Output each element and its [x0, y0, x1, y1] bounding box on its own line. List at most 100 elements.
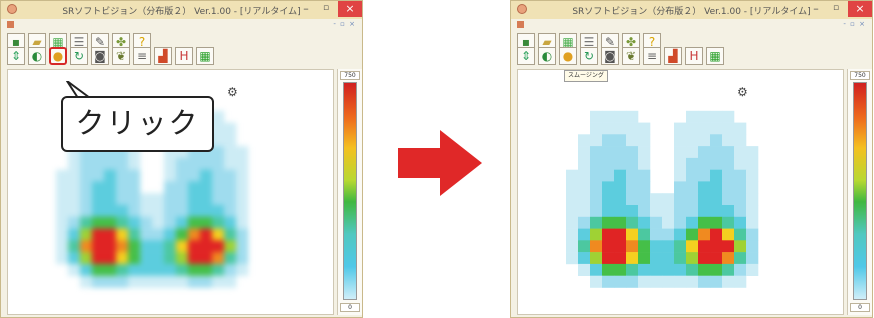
heatmap-cell — [686, 193, 699, 206]
heatmap-cell — [116, 275, 129, 288]
heatmap-cell — [176, 205, 189, 218]
heatmap-cell — [80, 252, 93, 265]
smoothing-button[interactable]: ● — [559, 47, 577, 65]
heatmap-cell — [224, 169, 237, 182]
heatmap-cell — [164, 193, 177, 206]
heatmap-cell — [212, 181, 225, 194]
scale-max-value[interactable]: 750 — [340, 71, 360, 80]
heatmap-cell — [710, 228, 723, 241]
scale-max-value[interactable]: 750 — [850, 71, 870, 80]
mdi-controls[interactable]: - ▫ × — [843, 20, 866, 28]
heatmap-cell — [674, 181, 687, 194]
heatmap-cell — [200, 181, 213, 194]
heatmap-cell — [104, 169, 117, 182]
heatmap-cell — [116, 193, 129, 206]
maximize-button[interactable]: ▫ — [826, 1, 846, 17]
heatmap-cell — [614, 252, 627, 265]
heatmap-cell — [116, 216, 129, 229]
footprint-button[interactable]: ❦ — [622, 47, 640, 65]
heatmap-cell — [578, 263, 591, 276]
heatmap-cell — [614, 110, 627, 123]
heatmap-cell — [164, 263, 177, 276]
minimize-button[interactable]: – — [296, 1, 316, 17]
refresh-button[interactable]: ↻ — [580, 47, 598, 65]
settings-gear-icon[interactable]: ⚙ — [227, 85, 238, 99]
heatmap-cell — [224, 216, 237, 229]
heatmap-cell — [566, 181, 579, 194]
up-down-button[interactable]: ⇕ — [517, 47, 535, 65]
maximize-button[interactable]: ▫ — [316, 1, 336, 17]
heatmap-cell — [722, 134, 735, 147]
heatmap-cell — [236, 263, 249, 276]
next-step-arrow-icon — [398, 130, 482, 196]
heatmap-cell — [614, 157, 627, 170]
camera-button[interactable]: ◙ — [91, 47, 109, 65]
bars-button[interactable]: ≡ — [133, 47, 151, 65]
heatmap-cell — [212, 146, 225, 159]
heatmap-cell — [200, 205, 213, 218]
smoothing-tooltip: スムージング — [564, 70, 608, 82]
heatmap-cell — [80, 169, 93, 182]
green-grid-button[interactable]: ▦ — [196, 47, 214, 65]
heatmap-cell — [710, 110, 723, 123]
heatmap-cell — [698, 275, 711, 288]
bar-chart-button[interactable]: ▟ — [664, 47, 682, 65]
h-button[interactable]: H — [175, 47, 193, 65]
minimize-button[interactable]: – — [806, 1, 826, 17]
heatmap-cell — [602, 134, 615, 147]
bars-button[interactable]: ≡ — [643, 47, 661, 65]
heatmap-cell — [68, 193, 81, 206]
heatmap-cell — [566, 205, 579, 218]
heatmap-cell — [650, 205, 663, 218]
heatmap-cell — [590, 122, 603, 135]
heatmap-cell — [686, 216, 699, 229]
heatmap-cell — [56, 240, 69, 253]
heatmap-cell — [68, 181, 81, 194]
heatmap-cell — [578, 193, 591, 206]
smoothing-button[interactable]: ● — [49, 47, 67, 65]
heatmap-canvas[interactable]: ⚙ — [517, 69, 844, 315]
heatmap-cell — [200, 157, 213, 170]
scale-min-value[interactable]: 0 — [850, 303, 870, 312]
settings-gear-icon[interactable]: ⚙ — [737, 85, 748, 99]
refresh-button[interactable]: ↻ — [70, 47, 88, 65]
refresh-icon: ↻ — [583, 49, 595, 63]
heatmap-cell — [80, 240, 93, 253]
heatmap-cell — [128, 216, 141, 229]
view-toolbar: ⇕ ◐ ● ↻ ◙ ❦ ≡ ▟ H ▦ — [7, 45, 214, 67]
up-down-icon: ⇕ — [10, 49, 22, 63]
heatmap-cell — [626, 169, 639, 182]
heatmap-cell — [236, 228, 249, 241]
heatmap-cell — [626, 122, 639, 135]
heatmap-cell — [626, 228, 639, 241]
camera-icon: ◙ — [94, 49, 106, 63]
close-button[interactable]: × — [848, 1, 872, 17]
green-grid-button[interactable]: ▦ — [706, 47, 724, 65]
heatmap-cell — [638, 146, 651, 159]
heatmap-cell — [212, 157, 225, 170]
title-bar: SRソフトビジョン（分布版２） Ver.1.00 - [リアルタイム] – ▫ … — [1, 1, 362, 19]
heatmap-cell — [698, 110, 711, 123]
mdi-controls[interactable]: - ▫ × — [333, 20, 356, 28]
green-grid-icon: ▦ — [709, 49, 721, 63]
heatmap-cell — [164, 157, 177, 170]
green-grid-icon: ▦ — [199, 49, 211, 63]
heatmap-cell — [104, 193, 117, 206]
close-button[interactable]: × — [338, 1, 362, 17]
heatmap-cell — [200, 252, 213, 265]
heatmap-cell — [164, 216, 177, 229]
bar-chart-button[interactable]: ▟ — [154, 47, 172, 65]
rotate-button[interactable]: ◐ — [538, 47, 556, 65]
heatmap-cell — [674, 252, 687, 265]
footprint-button[interactable]: ❦ — [112, 47, 130, 65]
heatmap-cell — [212, 240, 225, 253]
up-down-button[interactable]: ⇕ — [7, 47, 25, 65]
scale-min-value[interactable]: 0 — [340, 303, 360, 312]
heatmap-cell — [638, 252, 651, 265]
rotate-button[interactable]: ◐ — [28, 47, 46, 65]
heatmap-cell — [188, 157, 201, 170]
heatmap-cell — [626, 146, 639, 159]
heatmap-cell — [80, 193, 93, 206]
camera-button[interactable]: ◙ — [601, 47, 619, 65]
h-button[interactable]: H — [685, 47, 703, 65]
